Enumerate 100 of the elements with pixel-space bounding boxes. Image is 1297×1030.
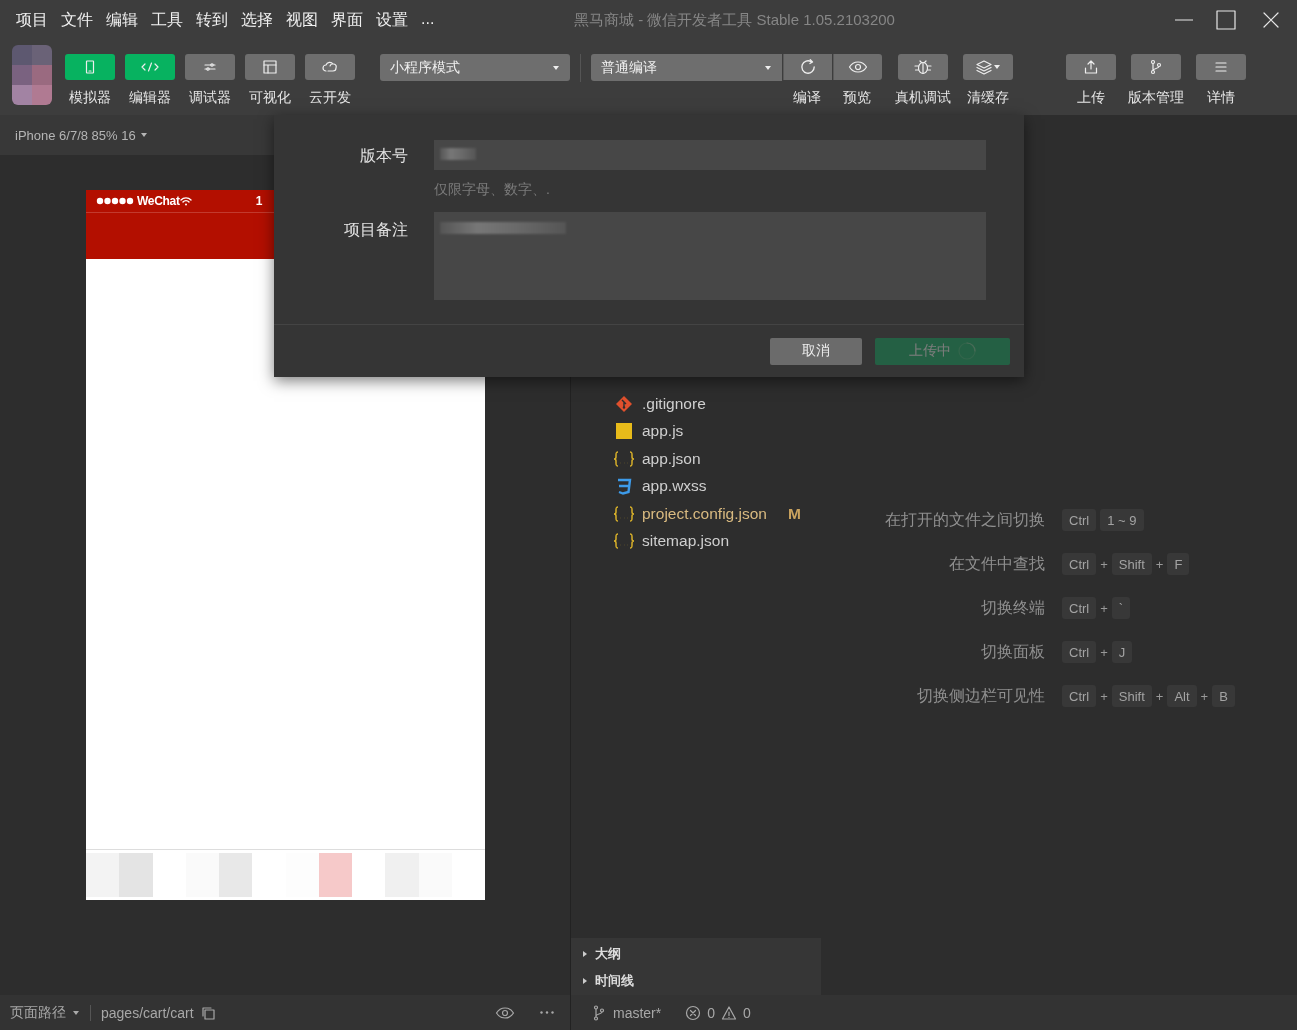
key-cap: Shift	[1111, 685, 1152, 707]
toolbar-button[interactable]	[1131, 54, 1181, 80]
key-cap: Shift	[1111, 553, 1152, 575]
shortcut-label: 切换终端	[981, 597, 1045, 618]
carrier-name: WeChat	[137, 194, 180, 208]
menu-item[interactable]: 工具	[151, 9, 183, 31]
caret-icon	[552, 63, 560, 72]
js-file-icon	[616, 423, 632, 440]
file-item[interactable]: .gitignore	[571, 390, 821, 418]
refresh-icon	[798, 58, 817, 76]
toolbar-button[interactable]	[963, 54, 1013, 80]
key-cap: Ctrl	[1062, 641, 1097, 663]
avatar[interactable]	[12, 45, 52, 105]
key-cap: J	[1111, 641, 1133, 663]
caret-icon	[993, 63, 1001, 71]
menu-item[interactable]: 文件	[61, 9, 93, 31]
layers-icon	[975, 59, 993, 75]
shortcut-label: 在打开的文件之间切换	[885, 509, 1045, 530]
key-cap: `	[1111, 597, 1131, 619]
menu-item[interactable]: 编辑	[106, 9, 138, 31]
toolbar-label: 真机调试	[895, 89, 951, 107]
caret-icon	[139, 131, 148, 139]
panel-header[interactable]: 大纲	[571, 940, 821, 967]
git-icon	[615, 394, 633, 413]
menu-item[interactable]: 转到	[196, 9, 228, 31]
error-icon	[685, 1004, 702, 1021]
menu-item[interactable]: 设置	[376, 9, 408, 31]
shortcut-label: 切换侧边栏可见性	[917, 685, 1045, 706]
shortcut-label: 切换面板	[981, 641, 1045, 662]
key-cap: F	[1167, 553, 1190, 575]
toolbar-button[interactable]	[898, 54, 948, 80]
plus-sign: +	[1200, 688, 1209, 704]
menu-item[interactable]: 界面	[331, 9, 363, 31]
version-field[interactable]	[434, 140, 986, 170]
field-hint: 仅限字母、数字、.	[434, 181, 551, 199]
copy-icon	[199, 1004, 216, 1021]
field-label: 项目备注	[344, 220, 408, 240]
plus-sign: +	[1100, 556, 1108, 572]
minimize-icon	[1175, 19, 1193, 21]
toolbar-label: 模拟器	[69, 89, 111, 107]
panel-header[interactable]: 时间线	[571, 967, 821, 994]
toolbar-button[interactable]	[832, 54, 882, 80]
toolbar-label: 编译	[793, 89, 821, 107]
toolbar-label: 预览	[843, 89, 871, 107]
file-name: app.js	[642, 422, 684, 441]
file-item[interactable]: project.config.json M	[571, 500, 821, 528]
toolbar-label: 清缓存	[967, 89, 1009, 107]
file-name: sitemap.json	[642, 532, 729, 551]
file-name: project.config.json	[642, 504, 767, 523]
window-title: 黑马商城 - 微信开发者工具 Stable 1.05.2103200	[574, 11, 895, 30]
eye-icon	[494, 1004, 516, 1021]
toolbar-label: 调试器	[189, 89, 231, 107]
file-item[interactable]: app.json	[571, 445, 821, 473]
menu-item[interactable]: 视图	[286, 9, 318, 31]
file-item[interactable]: app.js	[571, 417, 821, 445]
device-selector[interactable]: iPhone 6/7/8 85% 16	[15, 127, 136, 143]
file-name: app.wxss	[642, 477, 707, 496]
toolbar-button[interactable]	[305, 54, 355, 80]
warning-icon	[721, 1004, 738, 1021]
menu-item[interactable]: ...	[421, 9, 435, 31]
plus-sign: +	[1100, 644, 1108, 660]
spinner-icon	[956, 341, 977, 361]
maximize-icon	[1214, 8, 1238, 32]
menu-item[interactable]: 项目	[16, 9, 48, 31]
file-item[interactable]: app.wxss	[571, 472, 821, 500]
compile-dropdown[interactable]: 普通编译	[591, 54, 782, 81]
warning-count[interactable]: 0	[743, 1004, 751, 1021]
plus-sign: +	[1155, 556, 1164, 572]
plus-sign: +	[1100, 600, 1108, 616]
chevron-right-icon	[581, 949, 589, 958]
error-count[interactable]: 0	[707, 1004, 716, 1021]
branch-icon	[591, 1003, 607, 1022]
braces-icon	[613, 532, 635, 551]
key-cap: B	[1212, 685, 1235, 707]
menu-item[interactable]: 选择	[241, 9, 273, 31]
toolbar-label: 详情	[1207, 89, 1235, 107]
mode-dropdown[interactable]: 小程序模式	[380, 54, 570, 81]
note-field[interactable]	[434, 212, 986, 300]
file-name: app.json	[642, 449, 701, 468]
chevron-right-icon	[581, 976, 589, 985]
bug-icon	[913, 58, 933, 76]
git-branch[interactable]: master*	[613, 1004, 662, 1021]
status-time: 1	[255, 194, 263, 208]
file-item[interactable]: sitemap.json	[571, 527, 821, 555]
key-cap: Ctrl	[1062, 685, 1097, 707]
upload-icon	[1083, 59, 1099, 75]
plus-sign: +	[1100, 688, 1108, 704]
cloud-icon	[321, 59, 339, 75]
toolbar-label: 版本管理	[1128, 89, 1184, 107]
key-cap: 1 ~ 9	[1100, 509, 1144, 531]
page-path: pages/cart/cart	[101, 1004, 194, 1021]
wifi-icon	[179, 196, 192, 206]
page-path-label[interactable]: 页面路径	[10, 1003, 66, 1022]
toolbar-button[interactable]	[782, 54, 832, 80]
toolbar-label: 编辑器	[129, 89, 171, 107]
toolbar-label: 可视化	[249, 89, 291, 107]
layout-icon	[262, 59, 278, 75]
braces-icon	[613, 504, 635, 523]
cancel-button[interactable]: 取消	[770, 337, 862, 365]
eye-icon	[847, 59, 868, 75]
